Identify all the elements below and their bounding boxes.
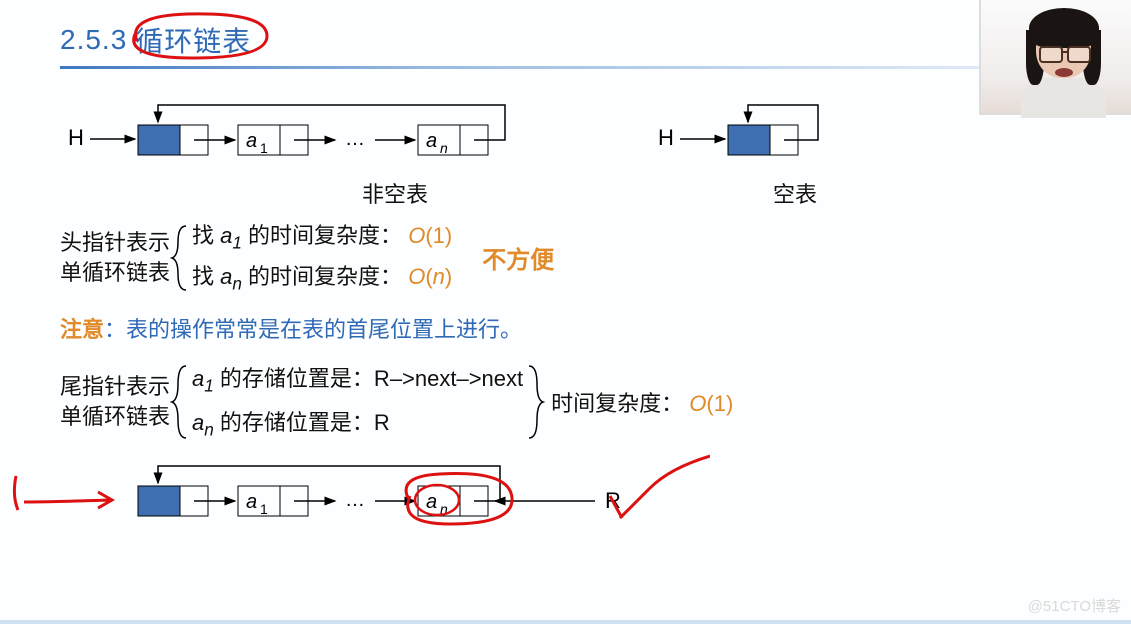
svg-text:H: H [658, 125, 674, 150]
presenter-webcam [979, 0, 1131, 115]
head-ptr-lines: 找 a1 的时间复杂度： O(1) 找 an 的时间复杂度： O(n) [192, 217, 452, 298]
title-underline [60, 66, 1040, 69]
svg-text:1: 1 [260, 140, 268, 156]
h-label: H [68, 125, 84, 150]
svg-text:…: … [345, 489, 365, 511]
head-ptr-label: 头指针表示 单循环链表 [60, 228, 170, 287]
left-brace-icon [170, 362, 192, 442]
svg-text:a: a [246, 491, 257, 513]
svg-text:a: a [246, 130, 257, 152]
svg-text:R: R [605, 488, 621, 513]
footer-decoration [0, 606, 1131, 624]
inconvenient-note: 不方便 [482, 240, 554, 275]
tail-complexity: 时间复杂度： O(1) [551, 386, 733, 418]
svg-text:1: 1 [260, 501, 268, 517]
svg-text:n: n [440, 140, 448, 156]
left-brace-icon [170, 222, 192, 294]
svg-text:n: n [440, 501, 448, 517]
tail-ptr-label: 尾指针表示 单循环链表 [60, 372, 170, 431]
svg-text:a: a [426, 491, 437, 513]
nonempty-label: 非空表 [210, 177, 580, 209]
section-number: 2.5.3 [60, 24, 127, 56]
diagram-empty-list: H 空表 [650, 87, 880, 209]
diagram-tail-list: a 1 … a n R [60, 452, 1091, 532]
empty-label: 空表 [710, 177, 880, 209]
tail-ptr-lines: a1 的存储位置是：R–>next–>next an 的存储位置是：R [192, 358, 523, 446]
svg-text:…: … [345, 128, 365, 150]
diagram-nonempty-list: H a 1 … a n [60, 87, 580, 209]
note-line: 注意：表的操作常常是在表的首尾位置上进行。 [60, 312, 1091, 344]
svg-text:a: a [426, 130, 437, 152]
section-title: 循环链表 [135, 26, 251, 57]
right-brace-icon [523, 362, 545, 442]
